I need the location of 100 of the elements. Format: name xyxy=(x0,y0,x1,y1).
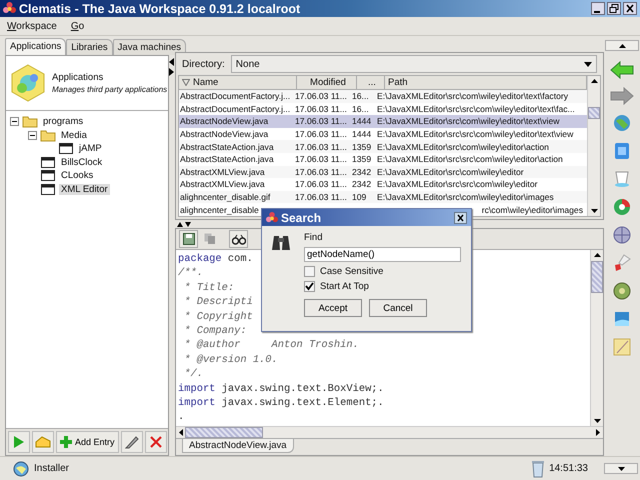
dropdown-button[interactable] xyxy=(604,463,638,474)
close-icon[interactable] xyxy=(623,2,637,15)
tree-item[interactable]: Media xyxy=(59,130,89,141)
run-button[interactable] xyxy=(8,431,30,453)
table-row[interactable]: AbstractNodeView.java 17.06.03 11... 1444 E:\JavaXMLEditor\src\com\wiley\editor\text\view xyxy=(179,115,587,128)
find-field[interactable]: getNodeName() xyxy=(304,247,461,262)
close-icon[interactable] xyxy=(454,212,467,224)
screen-icon[interactable] xyxy=(612,309,632,329)
table-cell: 17.06.03 11... xyxy=(295,104,347,114)
up-arrow-icon[interactable] xyxy=(590,79,598,83)
window-icon xyxy=(40,182,56,196)
dialog-title: Search xyxy=(281,210,322,224)
table-row[interactable]: AbstractXMLView.java 17.06.03 11... 2342 E:\JavaXMLEditor\src\com\wiley\editor xyxy=(179,166,587,178)
table-cell: E:\JavaXMLEditor\src\com\wiley\editor\text\view xyxy=(377,116,560,126)
right-arrow-icon[interactable] xyxy=(596,429,600,436)
code-line: * Title: xyxy=(183,280,234,296)
find-button[interactable] xyxy=(229,230,248,248)
splitter-arrows-icon[interactable] xyxy=(177,221,191,227)
table-cell-text: AbstractDocumentFactory.j... xyxy=(179,91,292,102)
tree-item[interactable]: jAMP xyxy=(77,143,104,154)
tree-item[interactable]: XML Editor xyxy=(59,184,110,195)
table-row[interactable]: AbstractDocumentFactory.j... 17.06.03 11... 16... E:\JavaXMLEditor\src\src\com\wiley\editor\text\fac... xyxy=(179,102,587,116)
table-cell: 2342 xyxy=(352,179,372,190)
code-line: . xyxy=(178,410,184,425)
file-tab[interactable]: AbstractNodeView.java xyxy=(182,439,294,453)
collapse-icon[interactable] xyxy=(28,130,37,140)
table-cell: 17.06.03 11... xyxy=(295,142,347,152)
dialog-button[interactable]: Accept xyxy=(304,299,362,317)
tab[interactable]: Libraries xyxy=(66,39,113,55)
table-row[interactable]: AbstractStateAction.java 17.06.03 11... 1359 E:\JavaXMLEditor\src\com\wiley\editor\action xyxy=(179,140,587,153)
table-cell: 17.06.03 11... xyxy=(295,154,347,164)
checkbox[interactable] xyxy=(304,281,315,292)
code-line: */. xyxy=(183,367,203,382)
globe-icon[interactable] xyxy=(12,460,30,476)
sort-icon xyxy=(182,79,190,86)
add-entry-button[interactable]: Add Entry xyxy=(56,431,119,453)
tree-item[interactable]: programs xyxy=(41,116,86,128)
panel-title: Applications xyxy=(52,72,104,83)
code-line: package com. xyxy=(178,252,253,266)
table-cell: E:\JavaXMLEditor\src\src\com\wiley\editor\text\view xyxy=(377,129,574,140)
scroll-up-button[interactable] xyxy=(605,40,639,51)
cup-icon[interactable] xyxy=(612,169,632,189)
option-label: Start At Top xyxy=(320,281,369,292)
table-cell-text: AbstractStateAction.java xyxy=(179,142,275,152)
delete-button[interactable] xyxy=(144,431,167,453)
scrollbar[interactable] xyxy=(587,76,600,216)
menu-item[interactable]: Workspace xyxy=(7,20,57,32)
directory-dropdown[interactable]: None xyxy=(230,55,597,73)
sphere-icon[interactable] xyxy=(612,197,632,217)
panel-subtitle: Manages third party applications xyxy=(52,85,168,94)
restore-icon[interactable] xyxy=(607,2,621,15)
code-line: * @author Anton Troshin. xyxy=(183,338,359,353)
table-cell: 17.06.03 11... xyxy=(295,129,347,140)
horizontal-scrollbar[interactable] xyxy=(176,426,603,438)
table-cell: 2342 xyxy=(352,166,372,177)
task-item[interactable]: Installer xyxy=(34,463,70,474)
table-cell: 17.06.03 11... xyxy=(295,166,347,177)
tab[interactable]: Applications xyxy=(5,38,66,55)
table-cell: E:\JavaXMLEditor\src\com\wiley\editor\text\factory xyxy=(377,91,568,102)
down-arrow-icon[interactable] xyxy=(594,419,600,423)
left-arrow-icon[interactable] xyxy=(179,429,183,436)
menu-item[interactable]: Go xyxy=(70,20,84,32)
table-cell: E:\JavaXMLEditor\src\src\com\wiley\editor\text\fac... xyxy=(377,104,575,114)
folder-button[interactable] xyxy=(32,431,54,453)
table-cell: 17.06.03 11... xyxy=(295,91,347,102)
flower-icon xyxy=(3,2,16,15)
tab[interactable]: Java machines xyxy=(112,39,186,55)
scrollbar[interactable] xyxy=(590,250,603,426)
table-row[interactable]: alighncenter_disable.gif 17.06.03 11... 109 E:\JavaXMLEditor\src\com\wiley\editor\images xyxy=(179,190,587,204)
table-cell: E:\JavaXMLEditor\src\com\wiley\editor xyxy=(377,166,524,177)
brush-icon[interactable] xyxy=(612,253,632,273)
minimize-icon[interactable] xyxy=(591,2,605,15)
down-arrow-icon[interactable] xyxy=(590,209,598,213)
edit-button[interactable] xyxy=(120,431,143,453)
copy-icon xyxy=(204,233,216,245)
flower-icon xyxy=(266,212,278,224)
directory-label: Directory: xyxy=(182,58,225,70)
scroll-thumb[interactable] xyxy=(588,107,600,119)
table-cell: 1359 xyxy=(352,142,372,152)
table-row[interactable]: AbstractDocumentFactory.j... 17.06.03 11... 16... E:\JavaXMLEditor\src\com\wiley\editor\text\factory xyxy=(179,90,587,103)
code-line: * Descripti xyxy=(183,295,253,310)
globe-icon[interactable] xyxy=(612,225,632,245)
table-cell: rc\com\wiley\editor\images xyxy=(482,204,583,215)
tree-item[interactable]: CLooks xyxy=(59,170,96,182)
scroll-thumb[interactable] xyxy=(185,427,263,438)
window-icon xyxy=(58,142,74,156)
checkbox[interactable] xyxy=(304,266,315,277)
tree-item[interactable]: BillsClock xyxy=(59,156,104,168)
up-arrow-icon[interactable] xyxy=(594,253,600,257)
save-button[interactable] xyxy=(179,230,198,248)
dialog-button[interactable]: Cancel xyxy=(369,299,427,317)
scroll-thumb[interactable] xyxy=(591,261,603,293)
document-icon[interactable] xyxy=(612,141,632,161)
collapse-icon[interactable] xyxy=(10,117,19,126)
floppy-icon xyxy=(182,233,194,245)
table-cell-text: AbstractNodeView.java xyxy=(179,129,270,140)
code-line: /**. xyxy=(178,266,203,281)
code-line: * Company: xyxy=(183,324,247,338)
clock: 14:51:33 xyxy=(549,463,588,474)
table-row[interactable]: AbstractNodeView.java 17.06.03 11... 1444 E:\JavaXMLEditor\src\src\com\wiley\editor\text\view xyxy=(179,128,587,140)
